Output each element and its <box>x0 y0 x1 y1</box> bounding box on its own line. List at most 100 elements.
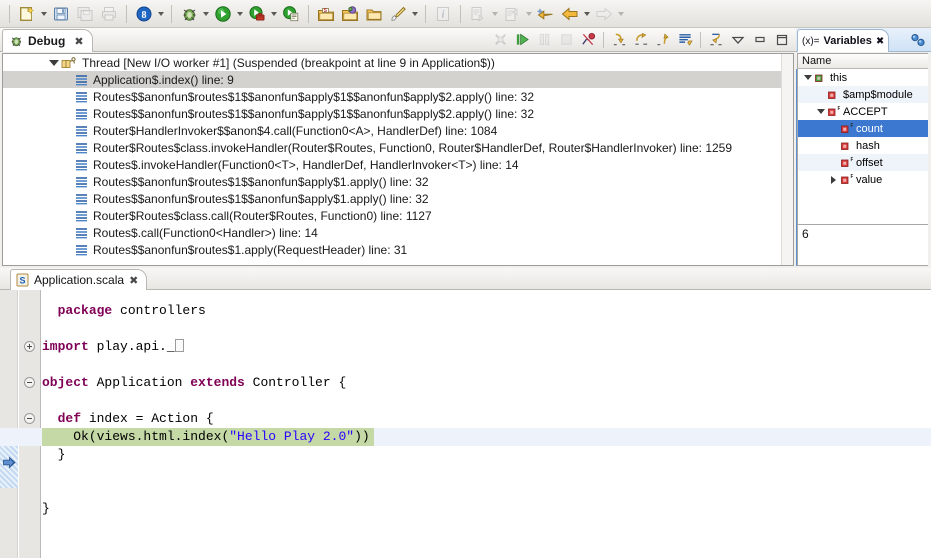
back-navigation-dropdown-arrow[interactable] <box>582 3 591 25</box>
code-line[interactable]: object Application extends Controller { <box>42 374 346 392</box>
tab-application-scala[interactable]: S Application.scala ✖ <box>10 269 148 290</box>
stack-list-scrollbar[interactable] <box>781 54 793 265</box>
previous-annotation-dropdown-arrow <box>524 3 533 25</box>
text-cursor <box>174 339 184 352</box>
scala-search-dropdown-arrow[interactable] <box>156 3 165 25</box>
code-line[interactable]: package controllers <box>42 302 206 320</box>
run-external-tools-icon[interactable] <box>246 3 268 25</box>
new-wizard-dropdown-arrow[interactable] <box>39 3 48 25</box>
tab-debug[interactable]: Debug ✖ <box>2 29 93 52</box>
close-icon[interactable]: ✖ <box>129 274 138 287</box>
drop-to-frame-button[interactable] <box>706 30 726 50</box>
variable-row[interactable]: this <box>798 69 929 86</box>
fold-collapse-icon[interactable] <box>24 377 35 388</box>
stack-frame-label: Routes$$anonfun$routes$1.apply(RequestHe… <box>93 242 408 257</box>
close-icon[interactable]: ✖ <box>74 35 83 48</box>
skip-all-breakpoints-button[interactable] <box>578 30 598 50</box>
code-line[interactable]: } <box>42 500 50 518</box>
stack-frame-label: Routes$$anonfun$routes$1$$anonfun$apply$… <box>93 174 429 189</box>
code-line[interactable]: def index = Action { <box>42 410 214 428</box>
stack-frame-row[interactable]: Router$Routes$class.invokeHandler(Router… <box>3 139 793 156</box>
run-dropdown-arrow[interactable] <box>235 3 244 25</box>
show-logical-structure-button[interactable] <box>907 30 929 50</box>
expand-twisty-icon[interactable] <box>827 176 840 184</box>
forward-navigation-icon <box>593 3 615 25</box>
stack-frame-icon <box>75 125 89 137</box>
last-edit-location-icon[interactable] <box>535 3 557 25</box>
debug-icon[interactable] <box>178 3 200 25</box>
stack-frame-row[interactable]: Routes$$anonfun$routes$1$$anonfun$apply$… <box>3 190 793 207</box>
step-into-button[interactable] <box>609 30 629 50</box>
code-line-current[interactable]: Ok(views.html.index("Hello Play 2.0")) <box>42 428 369 446</box>
stack-frame-row[interactable]: Routes$$anonfun$routes$1$$anonfun$apply$… <box>3 88 793 105</box>
fold-expand-icon[interactable] <box>24 341 35 352</box>
maximize-button[interactable] <box>772 30 792 50</box>
variables-tree[interactable]: this$amp$moduleFACCEPTFcounthashFoffsetF… <box>797 69 930 224</box>
stack-frame-row[interactable]: Router$HandlerInvoker$$anon$4.call(Funct… <box>3 122 793 139</box>
tab-variables[interactable]: (x)= Variables ✖ <box>797 29 890 52</box>
stack-frame-row[interactable]: Routes$.call(Function0<Handler>) line: 1… <box>3 224 793 241</box>
minimize-button[interactable] <box>750 30 770 50</box>
debug-dropdown-arrow[interactable] <box>201 3 210 25</box>
thread-label: Thread [New I/O worker #1] (Suspended (b… <box>82 55 495 70</box>
variable-row[interactable]: Fcount <box>798 120 929 137</box>
field-private-icon: F <box>840 156 853 169</box>
step-return-button[interactable] <box>653 30 673 50</box>
code-line[interactable]: } <box>42 446 66 464</box>
thread-row[interactable]: Thread [New I/O worker #1] (Suspended (b… <box>3 54 793 71</box>
close-icon[interactable]: ✖ <box>876 36 884 47</box>
source-code[interactable]: package controllers import play.api._obje… <box>0 290 931 558</box>
variable-row[interactable]: $amp$module <box>798 86 929 103</box>
variable-row[interactable]: hash <box>798 137 929 154</box>
resume-button[interactable] <box>512 30 532 50</box>
use-step-filters-button[interactable] <box>675 30 695 50</box>
editor-body[interactable]: package controllers import play.api._obje… <box>0 290 931 558</box>
debug-stack-list[interactable]: Thread [New I/O worker #1] (Suspended (b… <box>2 53 794 266</box>
scala-file-icon: S <box>16 273 29 287</box>
stack-frame-icon <box>75 176 89 188</box>
new-scala-package-icon[interactable] <box>339 3 361 25</box>
fold-collapse-icon[interactable] <box>24 413 35 424</box>
new-scala-class-icon[interactable] <box>387 3 409 25</box>
run-last-launched-icon[interactable] <box>280 3 302 25</box>
scala-search-icon[interactable]: 8 <box>133 3 155 25</box>
stack-frame-row[interactable]: Routes$.invokeHandler(Function0<T>, Hand… <box>3 156 793 173</box>
svg-text:F: F <box>851 174 854 180</box>
run-icon[interactable] <box>212 3 234 25</box>
stack-frame-icon <box>75 227 89 239</box>
new-scala-project-icon[interactable]: S <box>315 3 337 25</box>
variable-label: offset <box>856 156 883 169</box>
editor-marker-gutter[interactable] <box>0 290 18 558</box>
editor-folding-gutter[interactable] <box>19 290 41 558</box>
new-scala-class-dropdown-arrow[interactable] <box>410 3 419 25</box>
stack-frame-row[interactable]: Application$.index() line: 9 <box>3 71 793 88</box>
stack-frame-row[interactable]: Routes$$anonfun$routes$1.apply(RequestHe… <box>3 241 793 258</box>
expand-twisty-icon[interactable] <box>47 60 61 66</box>
variable-row[interactable]: Fvalue <box>798 171 929 188</box>
stack-frame-icon <box>75 108 89 120</box>
view-menu-button[interactable] <box>728 30 748 50</box>
stack-frame-row[interactable]: Router$Routes$class.call(Router$Routes, … <box>3 207 793 224</box>
back-navigation-icon[interactable] <box>559 3 581 25</box>
code-text: Controller { <box>244 375 347 390</box>
expand-twisty-icon[interactable] <box>801 75 814 80</box>
main-toolbar: 8 S i <box>0 0 931 28</box>
external-tools-dropdown-arrow[interactable] <box>269 3 278 25</box>
step-over-button[interactable] <box>631 30 651 50</box>
stack-frame-icon <box>75 74 89 86</box>
stack-frame-row[interactable]: Routes$$anonfun$routes$1$$anonfun$apply$… <box>3 105 793 122</box>
save-icon[interactable] <box>50 3 72 25</box>
field-private-icon: F <box>840 122 853 135</box>
code-text: play.api._ <box>88 339 175 354</box>
stack-frame-row[interactable]: Routes$$anonfun$routes$1$$anonfun$apply$… <box>3 173 793 190</box>
stack-frames-container: Application$.index() line: 9 Routes$$ano… <box>3 71 793 258</box>
variables-view-tabbar: (x)= Variables ✖ <box>796 28 931 52</box>
code-line[interactable]: import play.api._ <box>42 338 184 356</box>
variables-column-header: Name <box>797 53 930 69</box>
new-wizard-icon[interactable] <box>16 3 38 25</box>
variable-row[interactable]: FACCEPT <box>798 103 929 120</box>
new-scala-folder-icon[interactable] <box>363 3 385 25</box>
variable-detail-pane[interactable]: 6 <box>797 224 930 266</box>
variable-row[interactable]: Foffset <box>798 154 929 171</box>
expand-twisty-icon[interactable] <box>814 109 827 114</box>
